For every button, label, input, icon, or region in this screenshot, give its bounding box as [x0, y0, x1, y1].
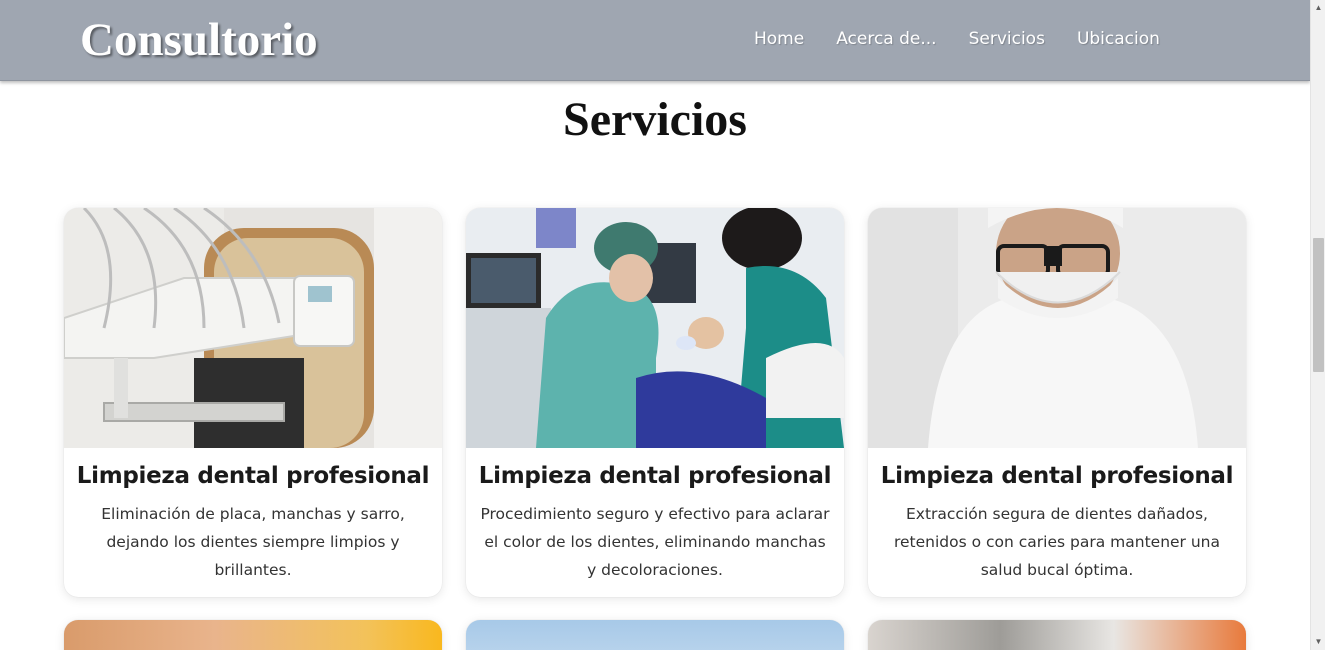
- nav-link-servicios[interactable]: Servicios: [969, 28, 1045, 50]
- card-title: Limpieza dental profesional: [478, 463, 832, 489]
- section-title: Servicios: [563, 93, 747, 146]
- page-scrollbar[interactable]: ▲ ▼: [1310, 0, 1325, 650]
- service-card: Limpieza dental profesional Procedimient…: [466, 208, 844, 597]
- dentist-portrait-image: [868, 208, 1246, 448]
- service-card-partial: [868, 620, 1246, 650]
- scroll-down-icon[interactable]: ▼: [1311, 635, 1325, 649]
- service-card-partial: [64, 620, 442, 650]
- dental-equipment-image: [64, 208, 442, 448]
- scrollbar-thumb[interactable]: [1313, 238, 1324, 372]
- service-card: Limpieza dental profesional Extracción s…: [868, 208, 1246, 597]
- navbar: Consultorio Home Acerca de... Servicios …: [0, 0, 1310, 81]
- card-title: Limpieza dental profesional: [880, 463, 1234, 489]
- clinic-image: [868, 620, 1246, 650]
- card-description: Extracción segura de dientes dañados, re…: [893, 505, 1220, 579]
- card-description: Eliminación de placa, manchas y sarro, d…: [101, 505, 405, 579]
- nav-link-home[interactable]: Home: [754, 28, 804, 50]
- card-title: Limpieza dental profesional: [76, 463, 430, 489]
- scroll-up-icon[interactable]: ▲: [1311, 1, 1325, 15]
- brand-logo[interactable]: Consultorio: [80, 12, 318, 68]
- dental-procedure-image: [466, 208, 844, 448]
- sky-image: [466, 620, 844, 650]
- nav-link-acerca[interactable]: Acerca de...: [836, 28, 936, 50]
- card-description: Procedimiento seguro y efectivo para acl…: [480, 505, 830, 579]
- smile-image: [64, 620, 442, 650]
- service-card-partial: [466, 620, 844, 650]
- service-card: Limpieza dental profesional Eliminación …: [64, 208, 442, 597]
- nav-link-ubicacion[interactable]: Ubicacion: [1077, 28, 1160, 50]
- nav-links: Home Acerca de... Servicios Ubicacion: [754, 28, 1160, 50]
